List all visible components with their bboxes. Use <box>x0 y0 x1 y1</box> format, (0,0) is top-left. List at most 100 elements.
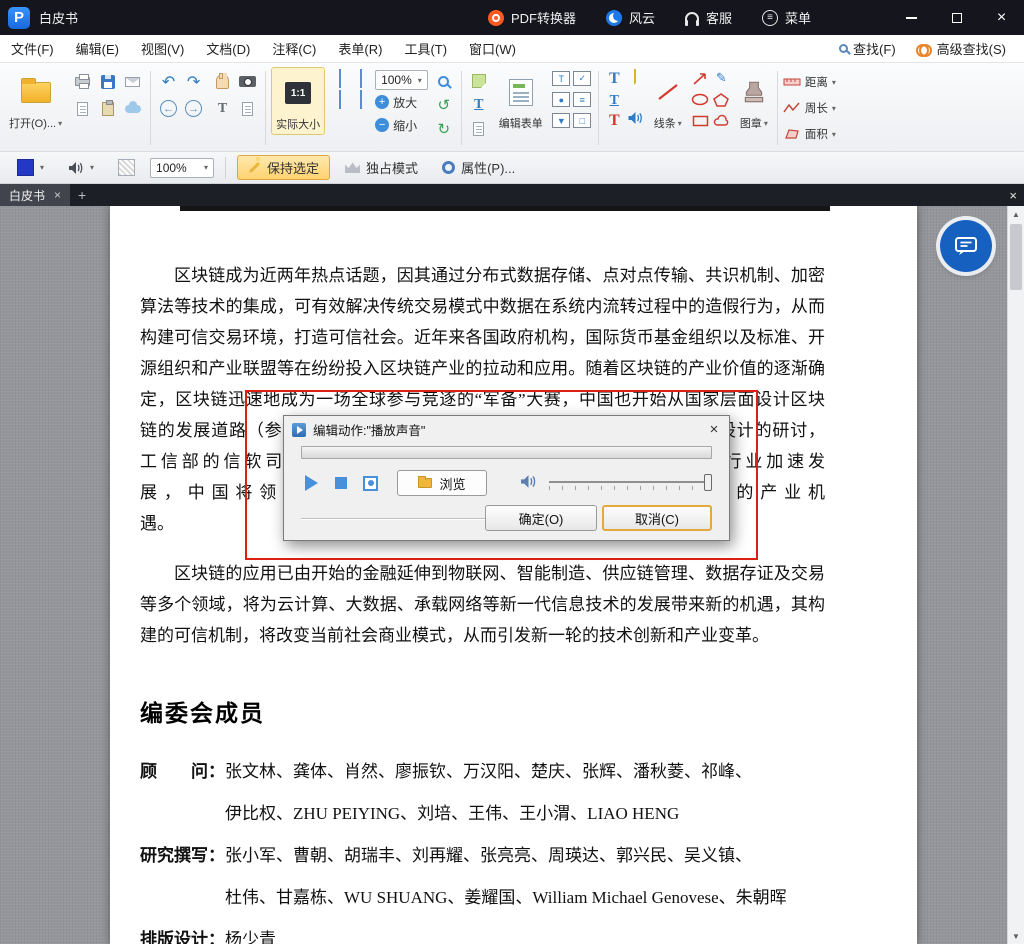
rotate-right-button[interactable]: ↻ <box>432 117 456 141</box>
next-view-button[interactable]: → <box>182 97 206 121</box>
find-button[interactable]: 查找(F) <box>831 37 904 61</box>
stamp-tool-button[interactable]: 图章▾ <box>736 67 772 133</box>
export-button[interactable] <box>71 97 95 121</box>
properties-button[interactable]: 属性(P)... <box>433 155 524 180</box>
menu-button[interactable]: ≡ 菜单 <box>762 8 811 27</box>
distance-tool-button[interactable]: 距离 ▾ <box>783 69 836 95</box>
fit-width-button[interactable] <box>360 70 362 88</box>
keep-selected-toggle[interactable]: 保持选定 <box>237 155 330 180</box>
oval-tool-button[interactable] <box>690 91 710 109</box>
edit-form-button[interactable]: 编辑表单 <box>495 67 547 133</box>
undo-button[interactable]: ↶ <box>157 70 181 94</box>
pdf-converter-button[interactable]: PDF转换器 <box>488 8 576 27</box>
menu-view[interactable]: 视图(V) <box>130 35 195 63</box>
chevron-down-icon: ▾ <box>678 119 682 128</box>
line-tool-button[interactable]: 线条▾ <box>650 67 686 133</box>
fengyun-button[interactable]: 风云 <box>606 8 655 27</box>
sound-annotation-button[interactable] <box>627 111 644 130</box>
tab-close-icon[interactable]: × <box>54 189 61 201</box>
customer-service-button[interactable]: 客服 <box>685 8 732 27</box>
playback-progress-bar[interactable] <box>301 446 712 459</box>
textbox-tool-button[interactable] <box>467 117 491 141</box>
menu-edit[interactable]: 编辑(E) <box>65 35 130 63</box>
menu-comment[interactable]: 注释(C) <box>261 35 327 63</box>
opacity-select[interactable]: 100% ▾ <box>150 158 214 178</box>
add-text-button[interactable]: T <box>609 70 620 88</box>
text-field-button[interactable]: T <box>552 71 570 86</box>
close-document-button[interactable]: × <box>1009 188 1017 203</box>
open-file-button[interactable]: 打开(O)...▾ <box>5 67 66 133</box>
close-button[interactable]: × <box>979 0 1024 35</box>
new-tab-button[interactable]: + <box>70 184 94 206</box>
select-text-button[interactable]: T <box>211 97 235 121</box>
fit-page-button[interactable] <box>339 70 341 88</box>
select-annotation-button[interactable] <box>236 97 260 121</box>
arrow-tool-button[interactable] <box>690 70 710 88</box>
zoom-in-button[interactable]: + 放大 <box>375 91 428 113</box>
previous-view-button[interactable]: ← <box>157 97 181 121</box>
email-button[interactable] <box>121 70 145 94</box>
tab-whitepaper[interactable]: 白皮书 × <box>0 184 70 206</box>
vertical-scrollbar[interactable]: ▲ ▼ <box>1007 206 1024 944</box>
pushbutton-field-button[interactable]: □ <box>573 113 591 128</box>
reflow-button[interactable] <box>360 91 362 109</box>
hand-tool-button[interactable] <box>211 70 235 94</box>
actual-size-button[interactable]: 1:1 实际大小 <box>271 67 325 135</box>
text-color-button[interactable]: T <box>609 112 620 130</box>
browse-button[interactable]: 浏览 <box>397 470 487 496</box>
text-underline-button[interactable]: T <box>610 91 619 109</box>
rotate-left-button[interactable]: ↺ <box>432 93 456 117</box>
checkbox-field-button[interactable]: ✓ <box>573 71 591 86</box>
scrollbar-thumb[interactable] <box>1010 224 1022 290</box>
cloud-tool-button[interactable] <box>711 112 731 130</box>
polygon-tool-button[interactable] <box>711 91 731 109</box>
radio-field-button[interactable]: ● <box>552 92 570 107</box>
typewriter-tool-button[interactable] <box>467 69 491 93</box>
sound-tool-dropdown[interactable]: ▾ <box>59 155 103 180</box>
callout-tool-button[interactable]: T <box>467 93 491 117</box>
menu-document[interactable]: 文档(D) <box>195 35 261 63</box>
window-controls: × <box>889 0 1024 35</box>
minimize-button[interactable] <box>889 0 934 35</box>
volume-slider-thumb[interactable] <box>704 474 712 491</box>
paste-button[interactable] <box>96 97 120 121</box>
record-button[interactable] <box>363 476 378 491</box>
ok-button[interactable]: 确定(O) <box>485 505 597 531</box>
marquee-zoom-button[interactable] <box>432 69 456 93</box>
menu-form[interactable]: 表单(R) <box>327 35 393 63</box>
opacity-pattern-button[interactable] <box>109 155 144 180</box>
listbox-field-button[interactable]: ≡ <box>573 92 591 107</box>
sticky-note-button[interactable] <box>634 70 636 88</box>
fit-visible-button[interactable] <box>339 91 341 109</box>
stop-button[interactable] <box>335 477 347 489</box>
combobox-field-button[interactable]: ▼ <box>552 113 570 128</box>
scroll-down-button[interactable]: ▼ <box>1008 928 1024 944</box>
dialog-close-button[interactable]: × <box>699 416 729 443</box>
snapshot-button[interactable] <box>236 70 260 94</box>
volume-ticks <box>549 486 704 490</box>
menu-window[interactable]: 窗口(W) <box>458 35 527 63</box>
scroll-up-button[interactable]: ▲ <box>1008 206 1024 222</box>
volume-slider[interactable] <box>549 473 712 493</box>
zoom-out-button[interactable]: − 缩小 <box>375 114 428 136</box>
exclusive-mode-toggle[interactable]: 独占模式 <box>336 155 427 180</box>
cloud-upload-button[interactable] <box>121 97 145 121</box>
menu-tools[interactable]: 工具(T) <box>393 35 458 63</box>
pencil-tool-button[interactable]: ✎ <box>711 70 731 88</box>
perimeter-tool-button[interactable]: 周长 ▾ <box>783 95 836 121</box>
rectangle-tool-button[interactable] <box>690 112 710 130</box>
dialog-titlebar[interactable]: 编辑动作:"播放声音" × <box>284 416 729 443</box>
color-swatch-button[interactable]: ▾ <box>8 155 53 180</box>
feedback-widget[interactable] <box>940 220 992 272</box>
menu-file[interactable]: 文件(F) <box>0 35 65 63</box>
advanced-find-button[interactable]: 高级查找(S) <box>908 37 1014 61</box>
save-button[interactable] <box>96 70 120 94</box>
print-button[interactable] <box>71 70 95 94</box>
zoom-level-select[interactable]: 100% ▾ <box>375 70 428 90</box>
play-button[interactable] <box>305 475 318 491</box>
cancel-button[interactable]: 取消(C) <box>602 505 712 531</box>
area-tool-button[interactable]: 面积 ▾ <box>783 121 836 147</box>
redo-button[interactable]: ↷ <box>182 70 206 94</box>
maximize-button[interactable] <box>934 0 979 35</box>
document-area: 区块链成为近两年热点话题，因其通过分布式数据存储、点对点传输、共识机制、加密 算… <box>0 206 1024 944</box>
